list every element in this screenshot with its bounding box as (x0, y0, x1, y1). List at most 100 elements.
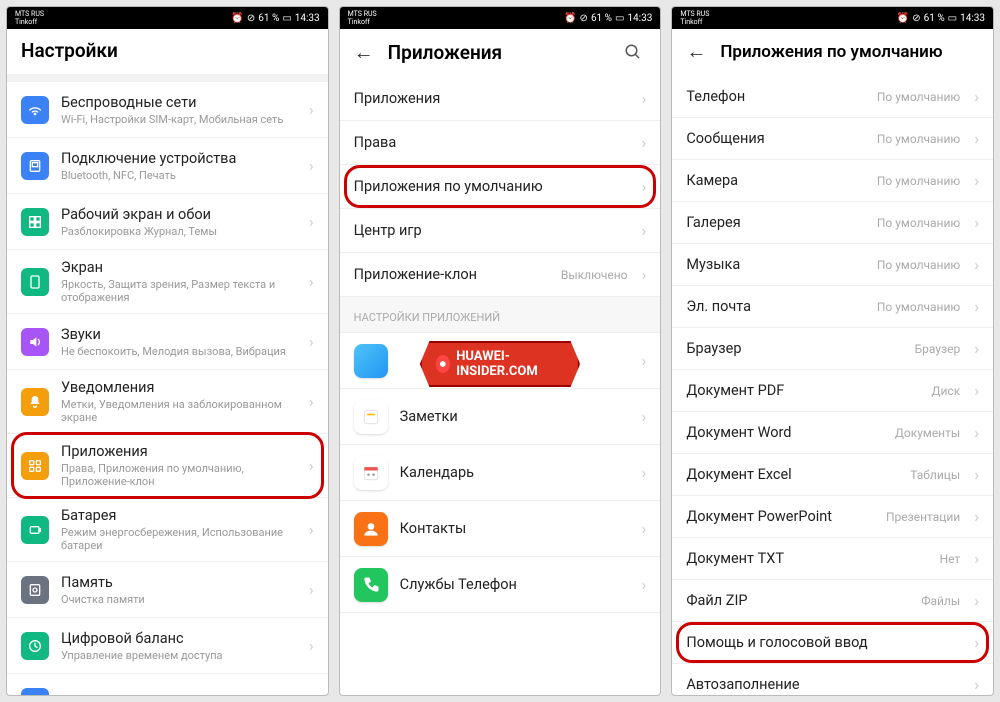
sound-icon (21, 328, 49, 356)
chevron-right-icon: › (309, 456, 314, 475)
settings-row-10[interactable]: Безопасность и › (7, 674, 328, 695)
default-row-9[interactable]: Документ Excel Таблицы › (672, 454, 993, 496)
battery-text: 61 % (258, 13, 279, 24)
settings-row-2[interactable]: Рабочий экран и обои Разблокировка Журна… (7, 194, 328, 250)
default-row-13[interactable]: Помощь и голосовой ввод › (672, 622, 993, 664)
back-icon[interactable]: ← (354, 40, 374, 65)
row-title: Беспроводные сети (61, 94, 297, 112)
row-title: Заметки (400, 408, 630, 425)
chevron-right-icon: › (974, 255, 979, 274)
row-title: Цифровой баланс (61, 630, 297, 648)
row-title: Центр игр (354, 222, 630, 239)
chevron-right-icon: › (642, 133, 647, 152)
statusbar: MTS RUS Tinkoff ⏰ ⊘ 61 % ▭ 14:33 (672, 7, 993, 29)
chevron-right-icon: › (642, 221, 647, 240)
chevron-right-icon: › (642, 407, 647, 426)
settings-row-4[interactable]: Звуки Не беспокоить, Мелодия вызова, Виб… (7, 314, 328, 370)
chevron-right-icon: › (974, 549, 979, 568)
app-row-3[interactable]: Контакты › (340, 501, 661, 557)
default-row-4[interactable]: Музыка По умолчанию › (672, 244, 993, 286)
apps-top-row-1[interactable]: Права › (340, 121, 661, 165)
phone-2: MTS RUS Tinkoff ⏰ ⊘ 61 % ▭ 14:33 ← Прило… (339, 6, 662, 696)
time: 14:33 (295, 13, 320, 24)
chevron-right-icon: › (974, 381, 979, 400)
settings-row-9[interactable]: Цифровой баланс Управление временем дост… (7, 618, 328, 674)
app-icon (354, 400, 388, 434)
chevron-right-icon: › (642, 89, 647, 108)
settings-row-8[interactable]: Память Очистка памяти › (7, 562, 328, 618)
chevron-right-icon: › (974, 339, 979, 358)
app-row-0[interactable]: HUAWEI-INSIDER.COM › (340, 333, 661, 389)
page-title: Приложения по умолчанию (720, 42, 979, 62)
apps-list: Приложения › Права › Приложения по умолч… (340, 77, 661, 695)
default-row-1[interactable]: Сообщения По умолчанию › (672, 118, 993, 160)
phone-3: MTS RUS Tinkoff ⏰ ⊘ 61 % ▭ 14:33 ← Прило… (671, 6, 994, 696)
apps-top-row-3[interactable]: Центр игр › (340, 209, 661, 253)
row-subtitle: Управление временем доступа (61, 649, 297, 662)
default-row-3[interactable]: Галерея По умолчанию › (672, 202, 993, 244)
row-value: По умолчанию (877, 174, 960, 188)
chevron-right-icon: › (309, 272, 314, 291)
header: ← Приложения по умолчанию (672, 29, 993, 76)
row-title: Галерея (686, 214, 865, 231)
row-subtitle: Права, Приложения по умолчанию, Приложен… (61, 462, 297, 488)
default-row-5[interactable]: Эл. почта По умолчанию › (672, 286, 993, 328)
row-value: По умолчанию (877, 258, 960, 272)
chevron-right-icon: › (642, 177, 647, 196)
default-row-6[interactable]: Браузер Браузер › (672, 328, 993, 370)
app-row-4[interactable]: Службы Телефон › (340, 557, 661, 613)
default-row-2[interactable]: Камера По умолчанию › (672, 160, 993, 202)
row-title: Помощь и голосовой ввод (686, 634, 962, 651)
apps-top-row-0[interactable]: Приложения › (340, 77, 661, 121)
page-title: Приложения (388, 41, 607, 64)
settings-row-0[interactable]: Беспроводные сети Wi-Fi, Настройки SIM-к… (7, 82, 328, 138)
default-row-14[interactable]: Автозаполнение › (672, 664, 993, 695)
chevron-right-icon: › (309, 332, 314, 351)
row-value: Документы (895, 426, 960, 440)
header: Настройки (7, 29, 328, 74)
row-value: По умолчанию (877, 90, 960, 104)
chevron-right-icon: › (309, 636, 314, 655)
row-title: Безопасность и (61, 693, 297, 696)
chevron-right-icon: › (974, 297, 979, 316)
row-title: Телефон (686, 88, 865, 105)
default-row-8[interactable]: Документ Word Документы › (672, 412, 993, 454)
row-subtitle: Bluetooth, NFC, Печать (61, 169, 297, 182)
statusbar: MTS RUS Tinkoff ⏰ ⊘ 61 % ▭ 14:33 (7, 7, 328, 29)
settings-row-6[interactable]: Приложения Права, Приложения по умолчани… (7, 434, 328, 498)
chevron-right-icon: › (309, 692, 314, 695)
row-subtitle: Не беспокоить, Мелодия вызова, Вибрация (61, 345, 297, 358)
battery-icon: ▭ (615, 13, 624, 24)
display-icon (21, 268, 49, 296)
apps-top-row-2[interactable]: Приложения по умолчанию › (340, 165, 661, 209)
settings-row-1[interactable]: Подключение устройства Bluetooth, NFC, П… (7, 138, 328, 194)
alarm-icon: ⏰ (897, 13, 909, 24)
apps-top-row-4[interactable]: Приложение-клон Выключено › (340, 253, 661, 297)
row-title: Автозаполнение (686, 676, 962, 693)
back-icon[interactable]: ← (686, 39, 706, 64)
huawei-logo-icon (436, 355, 450, 373)
dnd-icon: ⊘ (912, 13, 920, 24)
chevron-right-icon: › (974, 675, 979, 694)
row-title: Файл ZIP (686, 592, 909, 609)
default-row-0[interactable]: Телефон По умолчанию › (672, 76, 993, 118)
default-row-12[interactable]: Файл ZIP Файлы › (672, 580, 993, 622)
search-icon[interactable] (620, 39, 646, 65)
default-row-10[interactable]: Документ PowerPoint Презентации › (672, 496, 993, 538)
row-title: Приложение-клон (354, 266, 549, 283)
chevron-right-icon: › (642, 519, 647, 538)
row-title: Приложения по умолчанию (354, 178, 630, 195)
settings-row-5[interactable]: Уведомления Метки, Уведомления на заблок… (7, 370, 328, 434)
chevron-right-icon: › (309, 392, 314, 411)
settings-row-3[interactable]: Экран Яркость, Защита зрения, Размер тек… (7, 250, 328, 314)
row-subtitle: Wi-Fi, Настройки SIM-карт, Мобильная сет… (61, 113, 297, 126)
app-icon (354, 568, 388, 602)
app-row-1[interactable]: Заметки › (340, 389, 661, 445)
row-title: Браузер (686, 340, 902, 357)
settings-row-7[interactable]: Батарея Режим энергосбережения, Использо… (7, 498, 328, 562)
carrier-2: Tinkoff (348, 18, 377, 26)
default-row-11[interactable]: Документ TXT Нет › (672, 538, 993, 580)
chevron-right-icon: › (642, 265, 647, 284)
app-row-2[interactable]: Календарь › (340, 445, 661, 501)
default-row-7[interactable]: Документ PDF Диск › (672, 370, 993, 412)
